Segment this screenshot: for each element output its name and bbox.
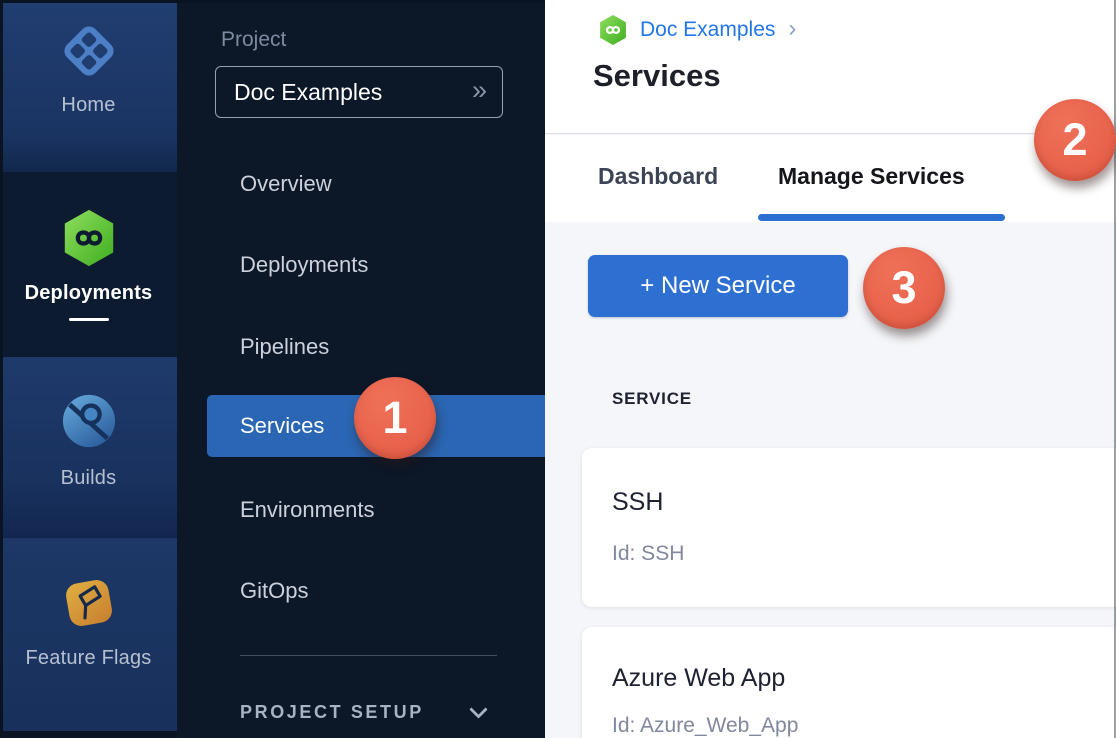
project-selector[interactable]: Doc Examples » <box>215 66 503 118</box>
project-section-label: Project <box>221 28 286 52</box>
service-name: Azure Web App <box>612 664 785 693</box>
service-row-azure-web-app[interactable]: Azure Web App Id: Azure_Web_App <box>582 627 1116 738</box>
project-setup-label: PROJECT SETUP <box>240 702 424 723</box>
tab-manage-services[interactable]: Manage Services <box>778 163 965 190</box>
rail-label-feature-flags: Feature Flags <box>26 647 152 670</box>
service-id: Id: Azure_Web_App <box>612 714 798 738</box>
sidebar-item-services-label: Services <box>240 395 324 457</box>
manage-services-panel: + New Service SERVICE SSH Id: SSH Azure … <box>545 222 1116 738</box>
service-name: SSH <box>612 488 663 517</box>
rail-bottom-strip <box>0 731 177 738</box>
double-chevron-right-icon[interactable]: » <box>472 77 484 108</box>
service-column-header: SERVICE <box>612 389 692 409</box>
service-id: Id: SSH <box>612 542 684 566</box>
rail-label-deployments: Deployments <box>25 282 153 305</box>
sidebar-item-deployments[interactable]: Deployments <box>240 252 368 278</box>
new-service-button[interactable]: + New Service <box>588 255 848 317</box>
sidebar-item-pipelines[interactable]: Pipelines <box>240 334 329 360</box>
active-module-underline <box>69 318 109 321</box>
sidebar-item-gitops[interactable]: GitOps <box>240 578 308 604</box>
annotation-badge-2: 2 <box>1034 99 1116 181</box>
service-row-ssh[interactable]: SSH Id: SSH <box>582 448 1116 607</box>
project-sidebar: Project Doc Examples » Overview Deployme… <box>177 0 545 738</box>
main-area: Doc Examples › Services Dashboard Manage… <box>545 0 1116 738</box>
builds-icon <box>61 393 117 449</box>
sidebar-item-overview[interactable]: Overview <box>240 171 332 197</box>
tab-bar: Dashboard Manage Services <box>545 135 1116 222</box>
breadcrumb-project-link[interactable]: Doc Examples <box>640 18 775 42</box>
rail-item-home[interactable]: Home <box>0 0 177 172</box>
sidebar-divider <box>240 655 497 656</box>
sidebar-item-environments[interactable]: Environments <box>240 497 375 523</box>
project-selector-value: Doc Examples <box>234 79 382 106</box>
rail-label-home: Home <box>61 94 115 117</box>
screenshot-top-edge <box>0 0 545 3</box>
chevron-down-icon <box>469 700 487 718</box>
module-rail: Home Deployments <box>0 0 177 738</box>
rail-label-builds: Builds <box>61 467 117 490</box>
home-icon <box>60 22 118 80</box>
project-setup-toggle[interactable]: PROJECT SETUP <box>240 702 485 723</box>
project-hexagon-icon <box>597 14 629 46</box>
annotation-badge-3: 3 <box>863 247 945 329</box>
tab-dashboard[interactable]: Dashboard <box>598 163 718 190</box>
rail-item-deployments[interactable]: Deployments <box>0 172 177 357</box>
active-tab-underline <box>758 214 1005 221</box>
rail-item-builds[interactable]: Builds <box>0 357 177 538</box>
annotation-badge-1: 1 <box>354 377 436 459</box>
page-header: Doc Examples › Services <box>545 0 1116 134</box>
app-window: Home Deployments <box>0 0 1116 738</box>
rail-item-feature-flags[interactable]: Feature Flags <box>0 538 177 731</box>
deployments-icon <box>59 208 119 268</box>
screenshot-left-edge <box>0 0 3 738</box>
breadcrumb[interactable]: Doc Examples › <box>597 14 796 46</box>
feature-flags-icon <box>61 575 117 631</box>
chevron-right-icon: › <box>788 15 796 46</box>
page-title: Services <box>593 58 721 94</box>
